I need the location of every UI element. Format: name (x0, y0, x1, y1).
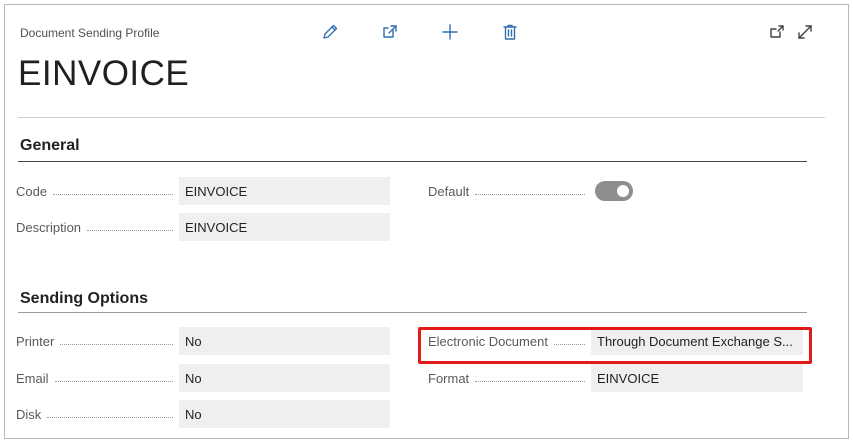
expand-icon[interactable] (793, 20, 817, 44)
printer-label: Printer (16, 334, 179, 349)
code-field: Code EINVOICE (16, 177, 390, 205)
new-icon[interactable] (438, 20, 462, 44)
disk-value[interactable]: No (179, 400, 390, 428)
code-value[interactable]: EINVOICE (179, 177, 390, 205)
disk-label: Disk (16, 407, 179, 422)
disk-field: Disk No (16, 400, 390, 428)
code-label: Code (16, 184, 179, 199)
default-field: Default (428, 177, 633, 205)
delete-icon[interactable] (498, 20, 522, 44)
window-label: Document Sending Profile (20, 26, 160, 40)
format-value[interactable]: EINVOICE (591, 364, 803, 392)
email-value[interactable]: No (179, 364, 390, 392)
edit-icon[interactable] (318, 20, 342, 44)
description-label: Description (16, 220, 179, 235)
format-label: Format (428, 371, 591, 386)
printer-value[interactable]: No (179, 327, 390, 355)
description-field: Description EINVOICE (16, 213, 390, 241)
share-icon[interactable] (378, 20, 402, 44)
section-title-sending-options[interactable]: Sending Options (20, 290, 148, 308)
page-title: EINVOICE (18, 54, 190, 93)
document-sending-profile-card: Document Sending Profile EINVOICE Genera… (4, 4, 849, 439)
section-title-general[interactable]: General (20, 137, 80, 155)
title-divider (18, 117, 825, 118)
section-divider-general (18, 161, 807, 162)
section-divider-sending-options (18, 312, 807, 313)
email-field: Email No (16, 364, 390, 392)
email-label: Email (16, 371, 179, 386)
open-new-window-icon[interactable] (765, 20, 789, 44)
printer-field: Printer No (16, 327, 390, 355)
default-toggle[interactable] (595, 181, 633, 201)
description-value[interactable]: EINVOICE (179, 213, 390, 241)
default-label: Default (428, 184, 591, 199)
toggle-knob (617, 185, 629, 197)
highlight-box (418, 327, 812, 364)
format-field: Format EINVOICE (428, 364, 803, 392)
